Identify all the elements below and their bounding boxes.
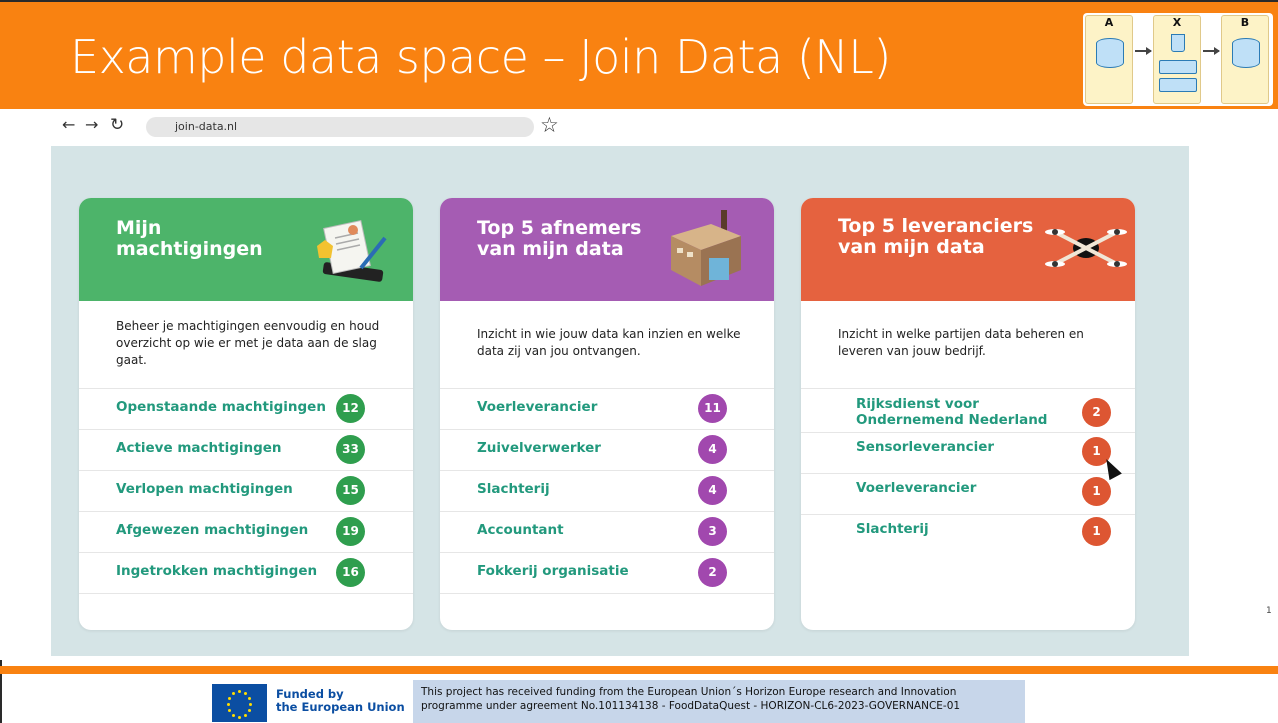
count-badge: 11: [698, 394, 727, 423]
database-icon: [1232, 38, 1260, 68]
dashboard-panel: Mijn machtigingen Beheer je machtigingen…: [51, 146, 1189, 656]
item-label: Slachterij: [856, 521, 929, 537]
address-bar[interactable]: join-data.nl: [146, 117, 534, 137]
drone-icon: [1045, 229, 1127, 267]
data-space-diagram: A X B: [1083, 13, 1273, 106]
diagram-box-x: X: [1153, 15, 1201, 104]
count-badge: 3: [698, 517, 727, 546]
count-badge: 16: [336, 558, 365, 587]
list-item[interactable]: Zuivelverwerker 4: [440, 429, 774, 470]
item-label: Openstaande machtigingen: [116, 399, 326, 415]
diagram-label-a: A: [1104, 16, 1114, 29]
funded-by-eu-label: Funded by the European Union: [276, 688, 405, 714]
slide-title: Example data space – Join Data (NL): [70, 30, 891, 84]
list-item[interactable]: Openstaande machtigingen 12: [79, 388, 413, 429]
list-item[interactable]: Slachterij 1: [801, 514, 1135, 555]
document-icon: [1171, 34, 1185, 52]
diagram-box-a: A: [1085, 15, 1133, 104]
list-item[interactable]: Ingetrokken machtigingen 16: [79, 552, 413, 594]
footer-divider: [0, 666, 1278, 674]
list-item[interactable]: Accountant 3: [440, 511, 774, 552]
list-item[interactable]: Actieve machtigingen 33: [79, 429, 413, 470]
card-description: Beheer je machtigingen eenvoudig en houd…: [116, 319, 380, 367]
item-label: Sensorleverancier: [856, 439, 995, 455]
count-badge: 2: [698, 558, 727, 587]
arrow-right-icon: [1135, 47, 1152, 54]
arrow-right-icon: [1203, 47, 1220, 54]
count-badge: 19: [336, 517, 365, 546]
eu-flag-icon: [212, 684, 267, 722]
count-badge: 1: [1082, 517, 1111, 546]
item-label: Voerleverancier: [477, 399, 598, 415]
card-title: Mijn machtigingen: [116, 217, 263, 260]
count-badge: 2: [1082, 398, 1111, 427]
card-leveranciers: Top 5 leveranciers van mijn data Inzicht…: [801, 198, 1135, 630]
item-label: Rijksdienst voor Ondernemend Nederland: [856, 396, 1048, 428]
back-arrow-icon[interactable]: ←: [62, 110, 75, 140]
funding-notice: This project has received funding from t…: [413, 680, 1025, 723]
page-number: 1: [1266, 606, 1272, 616]
funding-line-2: programme under agreement No.101134138 -…: [421, 699, 961, 712]
diagram-label-x: X: [1172, 16, 1182, 29]
diagram-box-b: B: [1221, 15, 1269, 104]
funding-text: This project has received funding from t…: [421, 686, 960, 713]
card-header: Top 5 leveranciers van mijn data: [801, 198, 1135, 301]
count-badge: 4: [698, 476, 727, 505]
count-badge: 15: [336, 476, 365, 505]
document-signing-icon: [317, 219, 387, 282]
item-label: Fokkerij organisatie: [477, 563, 629, 579]
card-header: Top 5 afnemers van mijn data: [440, 198, 774, 301]
database-icon: [1096, 38, 1124, 68]
list-item[interactable]: Verlopen machtigingen 15: [79, 470, 413, 511]
item-label: Actieve machtigingen: [116, 440, 282, 456]
reload-icon[interactable]: ↻: [110, 110, 124, 140]
list-item[interactable]: Voerleverancier 1: [801, 473, 1135, 514]
card-title: Top 5 leveranciers van mijn data: [838, 215, 1034, 258]
card-description: Inzicht in welke partijen data beheren e…: [838, 327, 1084, 358]
forward-arrow-icon[interactable]: →: [85, 110, 98, 140]
item-label: Voerleverancier: [856, 480, 977, 496]
storage-block-icon: [1159, 78, 1197, 92]
card-header: Mijn machtigingen: [79, 198, 413, 301]
item-label: Ingetrokken machtigingen: [116, 563, 318, 579]
list-item[interactable]: Slachterij 4: [440, 470, 774, 511]
bookmark-star-icon[interactable]: ☆: [540, 113, 559, 137]
list-item[interactable]: Sensorleverancier 1: [801, 432, 1135, 473]
item-label: Zuivelverwerker: [477, 440, 601, 456]
count-badge: 12: [336, 394, 365, 423]
item-label: Verlopen machtigingen: [116, 481, 293, 497]
slide-header: Example data space – Join Data (NL) A X …: [0, 0, 1278, 109]
storage-block-icon: [1159, 60, 1197, 74]
count-badge: 1: [1082, 477, 1111, 506]
browser-toolbar: ← → ↻ join-data.nl ☆: [0, 110, 1278, 142]
item-label: Accountant: [477, 522, 564, 538]
list-item[interactable]: Rijksdienst voor Ondernemend Nederland 2: [801, 388, 1135, 432]
funding-line-1: This project has received funding from t…: [421, 686, 957, 698]
card-title: Top 5 afnemers van mijn data: [477, 217, 642, 260]
list-item[interactable]: Voerleverancier 11: [440, 388, 774, 429]
count-badge: 4: [698, 435, 727, 464]
item-label: Afgewezen machtigingen: [116, 522, 309, 538]
funded-line-2: the European Union: [276, 700, 405, 714]
card-machtigingen: Mijn machtigingen Beheer je machtigingen…: [79, 198, 413, 630]
count-badge: 33: [336, 435, 365, 464]
factory-icon: [671, 210, 741, 286]
item-label: Slachterij: [477, 481, 550, 497]
list-item[interactable]: Afgewezen machtigingen 19: [79, 511, 413, 552]
diagram-label-b: B: [1240, 16, 1250, 29]
card-afnemers: Top 5 afnemers van mijn data Inzicht in …: [440, 198, 774, 630]
list-item[interactable]: Fokkerij organisatie 2: [440, 552, 774, 594]
card-description: Inzicht in wie jouw data kan inzien en w…: [477, 327, 741, 358]
